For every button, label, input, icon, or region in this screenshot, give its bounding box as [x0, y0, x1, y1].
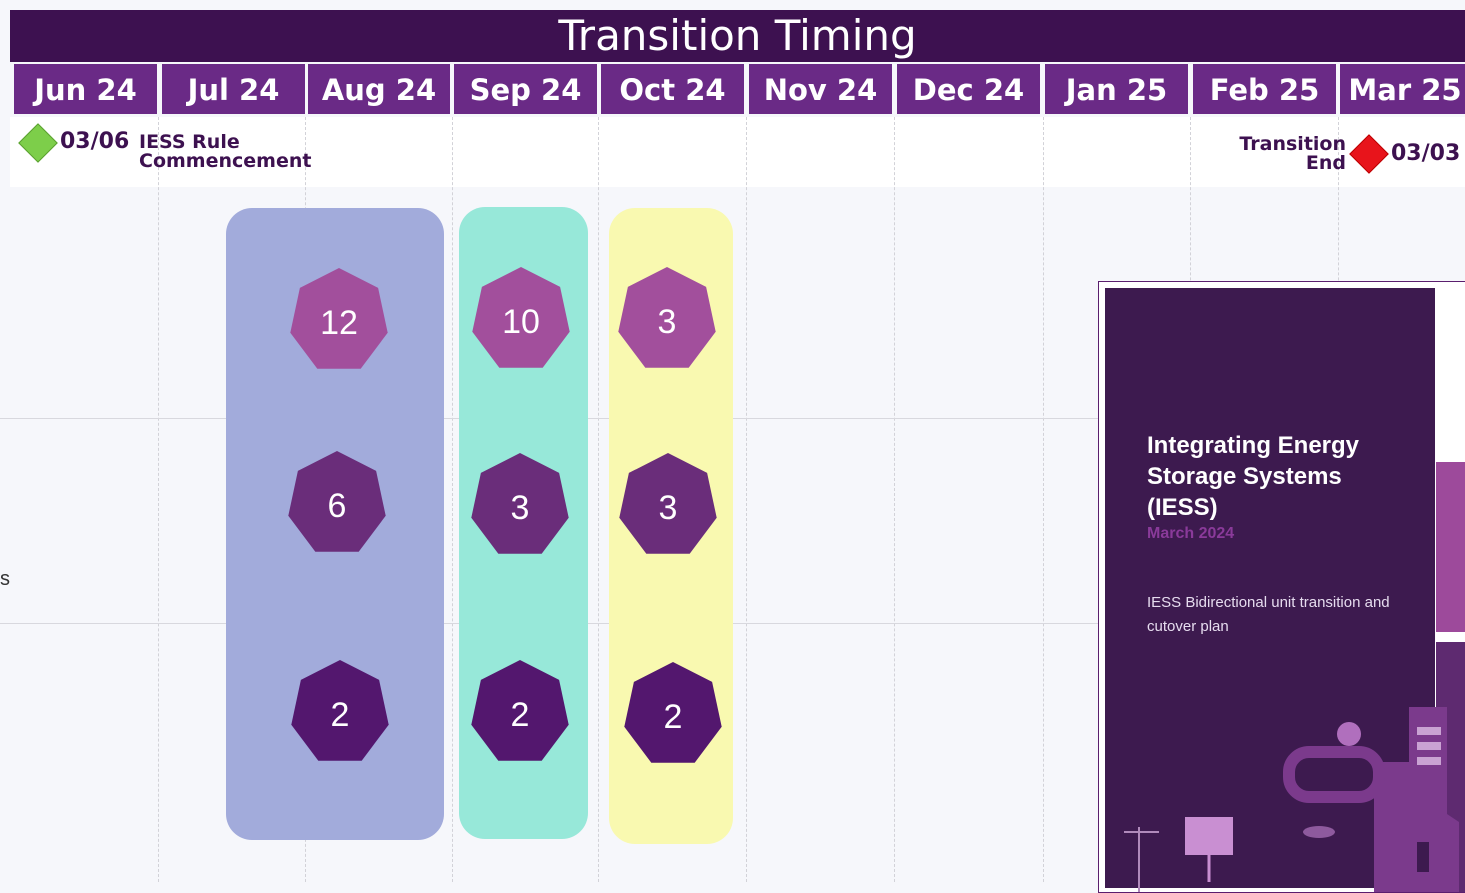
end-milestone-label-line2: End — [1305, 152, 1346, 174]
report-cover-image: Integrating Energy Storage Systems (IESS… — [1098, 281, 1465, 893]
month-header: Mar 25 — [1340, 64, 1465, 114]
month-header: Oct 24 — [601, 64, 744, 114]
month-header: Jan 25 — [1045, 64, 1188, 114]
month-header: Jun 24 — [14, 64, 157, 114]
grid-line — [746, 117, 747, 882]
end-milestone-date: 03/03 — [1391, 141, 1461, 166]
grid-line — [1043, 117, 1044, 882]
month-header: Sep 24 — [454, 64, 597, 114]
grid-line — [598, 117, 599, 882]
month-header: Feb 25 — [1193, 64, 1336, 114]
month-header: Nov 24 — [749, 64, 892, 114]
page-title: Transition Timing — [10, 10, 1465, 62]
start-milestone-date: 03/06 — [60, 129, 130, 154]
month-header-row: Jun 24 Jul 24 Aug 24 Sep 24 Oct 24 Nov 2… — [10, 64, 1465, 116]
city-illustration — [1124, 462, 1465, 892]
end-milestone-label: Transition End — [1200, 135, 1346, 173]
grid-line — [158, 117, 159, 882]
grid-line — [452, 117, 453, 882]
month-header: Jul 24 — [162, 64, 305, 114]
left-stub-text: s — [0, 568, 10, 590]
month-header: Aug 24 — [308, 64, 450, 114]
month-header: Dec 24 — [897, 64, 1040, 114]
grid-line — [894, 117, 895, 882]
start-milestone-label-line2: Commencement — [139, 150, 312, 172]
start-milestone-label: IESS Rule Commencement — [139, 133, 311, 171]
